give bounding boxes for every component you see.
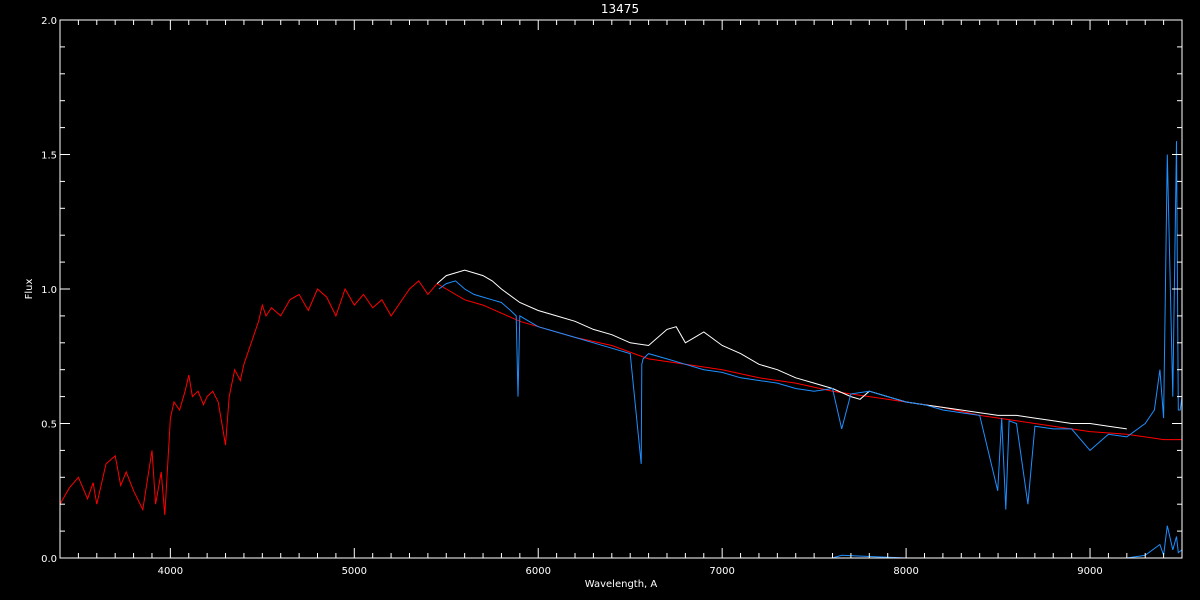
x-tick-label: 8000 [893,566,918,577]
x-tick-label: 4000 [158,566,183,577]
plot-background [0,0,1200,600]
y-tick-label: 0.5 [41,420,57,431]
y-tick-label: 2.0 [41,16,57,27]
spectrum-chart: 13475 4000 5000 6000 7000 8000 9000 0.0 0.5 1.0 1… [0,0,1200,600]
chart-title: 13475 [601,2,639,16]
x-tick-label: 5000 [342,566,367,577]
x-tick-label: 9000 [1077,566,1102,577]
y-tick-label: 0.0 [41,554,57,565]
y-axis-label: Flux [24,279,35,300]
y-tick-label: 1.0 [41,285,57,296]
x-tick-label: 7000 [709,566,734,577]
y-tick-label: 1.5 [41,151,57,162]
x-tick-label: 6000 [526,566,551,577]
x-axis-label: Wavelength, A [585,579,658,590]
